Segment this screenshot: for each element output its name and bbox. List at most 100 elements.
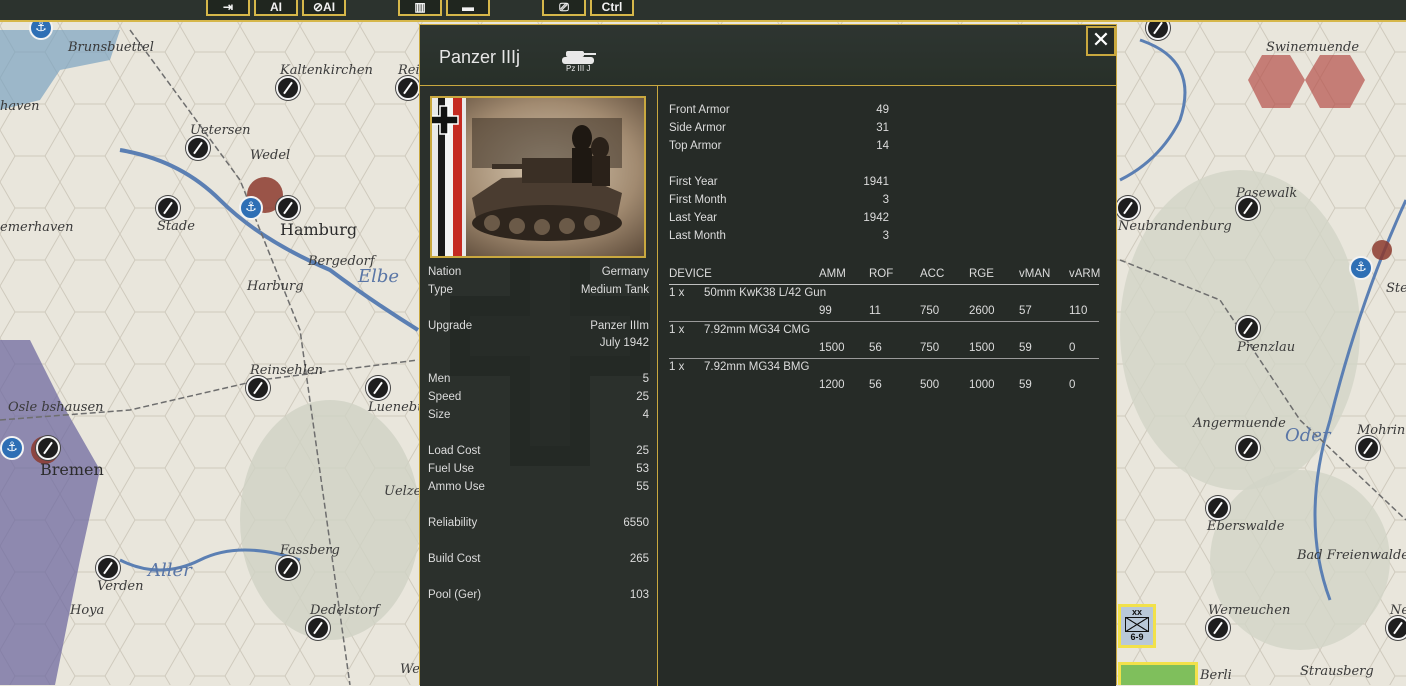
ctrl-button[interactable]: Ctrl [590,0,634,16]
header-device: DEVICE [669,268,712,280]
stat-pool: Pool (Ger) 103 [428,589,649,605]
airfield-marker[interactable] [1236,316,1260,340]
unit-list-button[interactable]: ▬ [446,0,490,16]
airfield-marker[interactable] [1356,436,1380,460]
map-label-elbe: Elbe [358,266,400,287]
panel-header: Panzer IIIj Pz III J ✕ [420,25,1116,86]
tank-silhouette-icon: Pz III J [560,45,600,80]
map-label-aller: Aller [148,560,192,581]
ai-button-label: AI [270,0,282,14]
stat-reliability: Reliability 6550 [428,517,649,533]
port-anchor-icon[interactable]: ⚓ [239,196,263,220]
device-vman: 59 [1019,342,1032,354]
device-varm: 0 [1069,342,1076,354]
stat-label: Type [428,284,453,296]
report-button[interactable]: ⎚ [542,0,586,16]
map-label-harburg: Harburg [247,279,304,294]
airfield-marker[interactable] [276,556,300,580]
next-unit-button[interactable]: ⇥ [206,0,250,16]
airfield-marker[interactable] [156,196,180,220]
airfield-marker[interactable] [1116,196,1140,220]
header-amm: AMM [819,268,846,280]
device-amm: 1200 [819,379,845,391]
armor-label: Top Armor [669,140,722,152]
factory-button[interactable]: ▥ [398,0,442,16]
airfield-marker[interactable] [1236,436,1260,460]
device-rge: 1000 [969,379,995,391]
tank-icon: ▬ [462,0,474,14]
map-label-we: We [400,662,420,677]
counter-symbol-icon [1125,617,1149,632]
stat-value: 25 [636,391,649,403]
header-rof: ROF [869,268,894,280]
stat-label: Pool (Ger) [428,589,482,601]
stat-men: Men 5 [428,373,649,389]
unit-portrait [430,96,646,258]
device-stats-row: 1200 56 500 1000 59 0 [669,377,1099,395]
stat-upgrade: Upgrade Panzer IIIm [428,320,649,336]
unit-title: Panzer IIIj [439,47,521,67]
airfield-marker[interactable] [36,436,60,460]
device-qty: 1 x [669,361,685,373]
airfield-marker[interactable] [96,556,120,580]
unit-stats-column: Nation Germany Type Medium Tank Upgrade Pan… [420,86,658,686]
devices-table: DEVICE AMM ROF ACC RGE vMAN vARM 1 x 50m… [669,266,1101,395]
map-label-stettin: Ste [1386,281,1406,296]
armor-top: Top Armor 14 [669,140,889,156]
date-value: 3 [882,194,889,206]
device-acc: 500 [920,379,940,391]
airfield-marker[interactable] [1386,616,1406,640]
ai-off-button[interactable]: ⊘AI [302,0,346,16]
stat-label: Nation [428,266,462,278]
airfield-marker[interactable] [306,616,330,640]
next-unit-icon: ⇥ [222,0,234,14]
armor-label: Front Armor [669,104,730,116]
device-stats-row: 99 11 750 2600 57 110 [669,303,1099,322]
tank-photo [432,98,644,256]
unit-detail-panel: Panzer IIIj Pz III J ✕ Nation Germany Ty… [419,24,1117,686]
stat-type: Type Medium Tank [428,284,649,300]
airfield-marker[interactable] [366,376,390,400]
unit-stack-counter[interactable] [1118,662,1198,685]
port-anchor-icon[interactable]: ⚓ [0,436,24,460]
counter-strength: 6-9 [1130,632,1144,642]
stat-label: Load Cost [428,445,481,457]
header-varm: vARM [1069,268,1101,280]
device-row: 1 x 7.92mm MG34 CMG [669,322,1099,340]
airfield-marker[interactable] [246,376,270,400]
stat-value: Panzer IIIm [590,320,649,332]
unit-armor-devices-column: Front Armor 49 Side Armor 31 Top Armor 14 F… [658,86,1116,686]
armor-value: 14 [876,140,889,152]
airfield-marker[interactable] [1206,616,1230,640]
airfield-marker[interactable] [396,76,420,100]
port-anchor-icon[interactable]: ⚓ [1349,256,1373,280]
ai-off-button-label: ⊘AI [312,0,336,14]
stat-label: Reliability [428,517,478,529]
ai-button[interactable]: AI [254,0,298,16]
date-label: First Month [669,194,727,206]
header-rge: RGE [969,268,994,280]
device-name: 50mm KwK38 L/42 Gun [704,287,827,299]
airfield-marker[interactable] [1206,496,1230,520]
first-year: First Year 1941 [669,176,889,192]
map-label-berlin: Berli [1200,668,1232,683]
stat-nation: Nation Germany [428,266,649,282]
map-label-wedel: Wedel [250,148,291,163]
device-rof: 56 [869,342,882,354]
device-varm: 0 [1069,379,1076,391]
airfield-marker[interactable] [1236,196,1260,220]
stat-load-cost: Load Cost 25 [428,445,649,461]
report-icon: ⎚ [559,0,569,14]
airfield-marker[interactable] [186,136,210,160]
airfield-marker[interactable] [276,76,300,100]
unit-counter[interactable]: xx 6-9 [1118,604,1156,648]
device-row: 1 x 7.92mm MG34 BMG [669,359,1099,377]
stat-build-cost: Build Cost 265 [428,553,649,569]
stat-size: Size 4 [428,409,649,425]
close-button[interactable]: ✕ [1086,26,1116,56]
ctrl-button-label: Ctrl [601,0,623,14]
armor-value: 31 [876,122,889,134]
map-label-prenzlau: Prenzlau [1237,340,1296,355]
map-label-stade: Stade [157,219,195,234]
airfield-marker[interactable] [276,196,300,220]
